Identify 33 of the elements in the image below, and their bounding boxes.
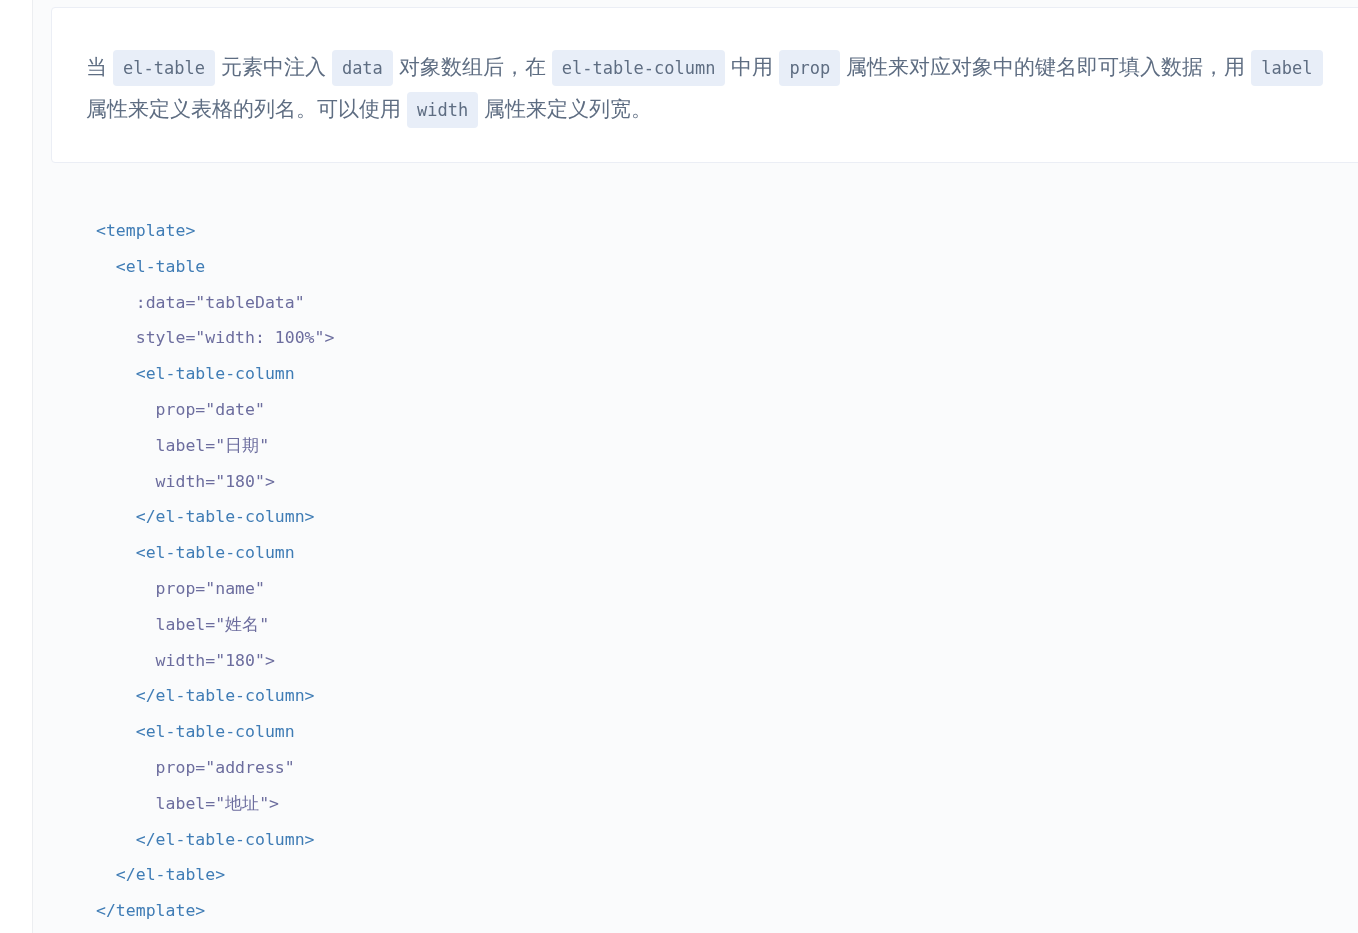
description-text: 中用	[731, 55, 774, 79]
code-line: prop="address"	[154, 757, 295, 777]
code-line: style="width: 100%">	[134, 328, 335, 348]
code-line: prop="name"	[154, 578, 265, 598]
code-line: prop="date"	[154, 400, 265, 419]
code-line: <el-table-column	[134, 722, 295, 742]
inline-code: width	[407, 92, 479, 128]
code-line: :data="tableData"	[134, 292, 305, 312]
description-text: 对象数组后，在	[398, 55, 546, 79]
description-text: 属性来定义列宽。	[484, 97, 653, 121]
code-line: label="姓名"	[154, 614, 270, 634]
inline-code: el-table-column	[551, 50, 726, 86]
code-line: width="180">	[154, 650, 275, 670]
description-text: 当	[86, 55, 107, 79]
code-line: </el-table>	[114, 865, 226, 885]
code-line: label="地址">	[154, 793, 279, 813]
code-line: </template>	[96, 901, 206, 921]
inline-code: data	[331, 50, 393, 86]
inline-code: label	[1251, 50, 1323, 86]
description-text: 元素中注入	[220, 55, 326, 79]
code-line: width="180">	[154, 471, 275, 491]
description-text: 属性来对应对象中的键名即可填入数据，用	[846, 55, 1246, 79]
code-line: </el-table-column>	[134, 686, 315, 706]
description-text: 属性来定义表格的列名。可以使用	[86, 97, 401, 121]
code-line: </el-table-column>	[134, 829, 315, 849]
code-line: label="日期"	[154, 435, 270, 455]
code-line: <template>	[96, 221, 196, 240]
code-line: <el-table-column	[134, 543, 295, 563]
code-line: <el-table	[114, 256, 206, 276]
code-line: <el-table-column	[134, 364, 295, 384]
code-line: </el-table-column>	[134, 507, 315, 527]
inline-code: el-table	[113, 50, 215, 86]
inline-code: prop	[779, 50, 841, 86]
